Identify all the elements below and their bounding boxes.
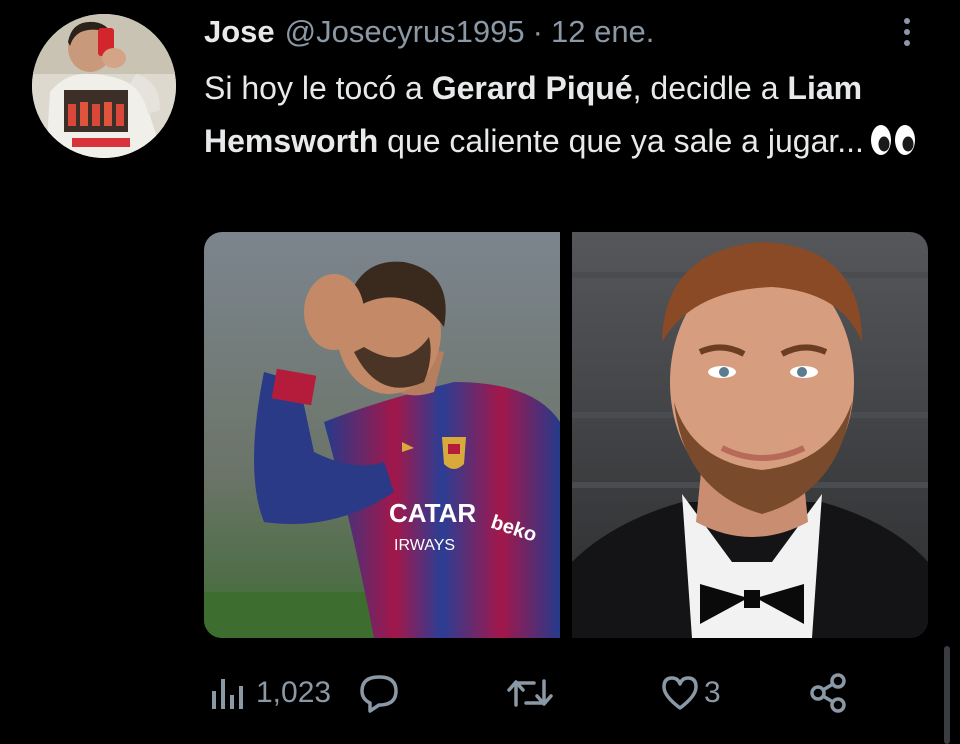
views-count: 1,023: [256, 676, 332, 709]
tweet-text: Si hoy le tocó a Gerard Piqué, decidle a…: [204, 62, 934, 172]
user-handle[interactable]: @Josecyrus1995: [285, 14, 525, 50]
heart-icon: [662, 676, 698, 710]
shirt-text-airways: IRWAYS: [394, 537, 455, 554]
retweet-icon: [507, 679, 553, 707]
share-button[interactable]: [808, 670, 850, 716]
display-name[interactable]: Jose: [204, 14, 275, 50]
reply-button[interactable]: [358, 670, 400, 716]
views-bar-chart-icon: [212, 679, 243, 709]
avatar-image: [32, 14, 176, 158]
tweet-text-part: , decidle a: [632, 70, 788, 106]
separator-dot: ·: [532, 14, 543, 49]
more-options-icon[interactable]: [896, 12, 918, 52]
tweet-date[interactable]: 12 ene.: [551, 14, 654, 50]
shirt-text-catar: CATAR: [389, 498, 476, 528]
reply-bubble-icon: [360, 675, 398, 713]
mention-gerard-pique: Gerard Piqué: [431, 70, 633, 106]
actor-portrait-photo[interactable]: [572, 232, 928, 638]
retweet-button[interactable]: [506, 670, 554, 716]
scrollbar[interactable]: [944, 646, 950, 744]
tweet-text-part: Si hoy le tocó a: [204, 70, 432, 106]
like-count: 3: [704, 676, 721, 709]
tweet-header: Jose @Josecyrus1995 · 12 ene.: [204, 12, 654, 52]
avatar[interactable]: [32, 14, 176, 158]
tweet-media[interactable]: CATAR IRWAYS beko: [204, 232, 928, 638]
like-button[interactable]: 3: [660, 670, 721, 716]
eyes-emoji-icon: [870, 119, 916, 172]
tweet-actions: 1,023 3: [0, 670, 960, 716]
tweet-text-part: que caliente que ya sale a jugar...: [378, 123, 864, 159]
share-icon: [810, 673, 846, 713]
views-button[interactable]: 1,023: [210, 670, 331, 716]
footballer-photo[interactable]: CATAR IRWAYS beko: [204, 232, 560, 638]
